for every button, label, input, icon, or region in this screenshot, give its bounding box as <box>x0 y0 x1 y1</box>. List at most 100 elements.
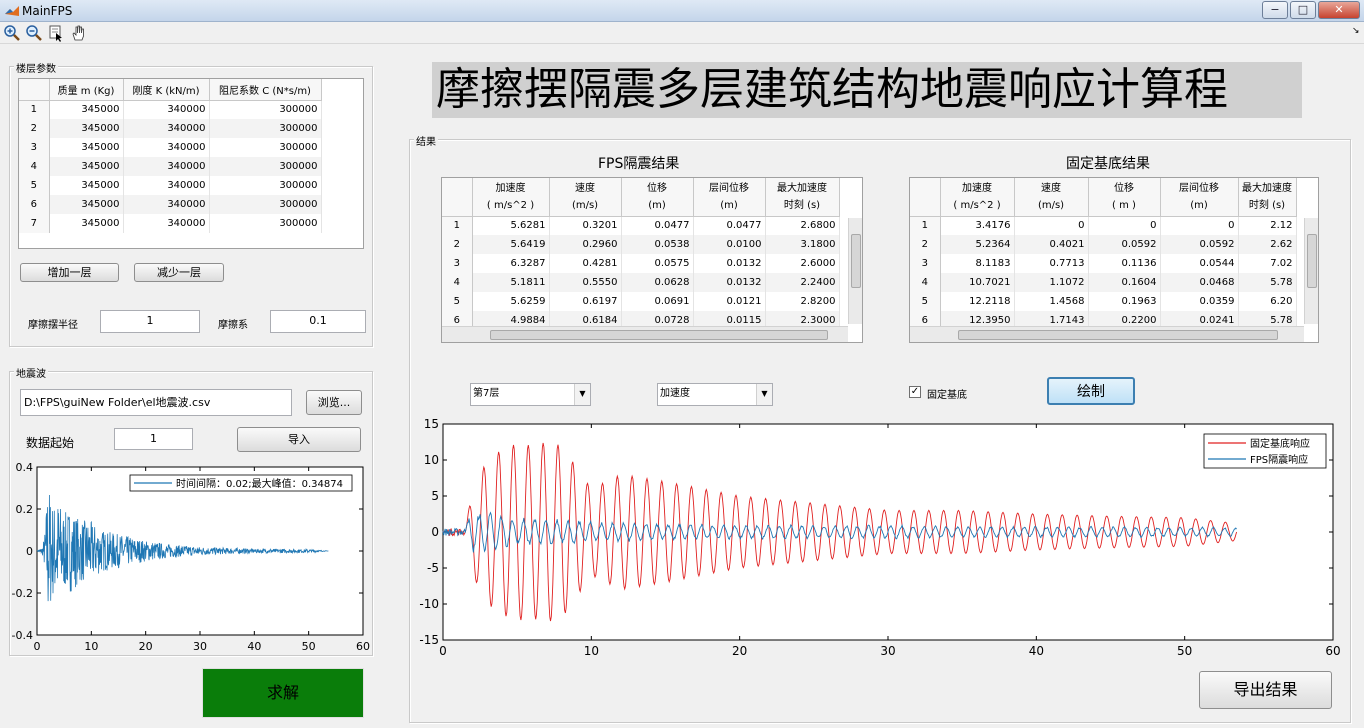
zoom-in-icon[interactable] <box>3 24 21 42</box>
fps-table-hscroll-thumb[interactable] <box>490 330 828 340</box>
table-row[interactable]: 4 5.1811 0.5550 0.0628 0.0132 2.2400 <box>442 273 840 292</box>
minimize-button[interactable]: − <box>1262 1 1288 19</box>
table-cell[interactable]: 340000 <box>123 100 210 119</box>
fixed-table-hscroll-thumb[interactable] <box>958 330 1278 340</box>
table-cell[interactable]: 300000 <box>209 195 322 214</box>
table-cell[interactable]: 1.1072 <box>1014 273 1089 292</box>
table-cell[interactable]: 0.1136 <box>1088 254 1161 273</box>
fixed-table-hscroll[interactable] <box>910 326 1304 342</box>
table-cell[interactable]: 8.1183 <box>940 254 1015 273</box>
table-cell[interactable]: 2.6800 <box>765 216 840 235</box>
data-start-input[interactable]: 1 <box>114 428 193 450</box>
table-row[interactable]: 1 3.4176 0 0 0 2.12 <box>910 216 1297 235</box>
table-cell[interactable]: 2.62 <box>1238 235 1297 254</box>
maximize-button[interactable]: □ <box>1290 1 1316 19</box>
table-cell[interactable]: 340000 <box>123 214 210 233</box>
table-cell[interactable]: 10.7021 <box>940 273 1015 292</box>
table-cell[interactable]: 0.0477 <box>621 216 694 235</box>
table-row[interactable]: 2 345000 340000 300000 <box>19 119 322 138</box>
table-cell[interactable]: 0.0100 <box>693 235 766 254</box>
table-cell[interactable]: 340000 <box>123 138 210 157</box>
table-cell[interactable]: 7.02 <box>1238 254 1297 273</box>
table-row[interactable]: 7 345000 340000 300000 <box>19 214 322 233</box>
table-cell[interactable]: 0.0121 <box>693 292 766 311</box>
table-cell[interactable]: 0.0575 <box>621 254 694 273</box>
table-cell[interactable]: 300000 <box>209 157 322 176</box>
table-cell[interactable]: 300000 <box>209 100 322 119</box>
table-cell[interactable]: 345000 <box>49 214 124 233</box>
friction-coef-input[interactable]: 0.1 <box>270 310 366 333</box>
table-cell[interactable]: 0.0477 <box>693 216 766 235</box>
table-cell[interactable]: 5.78 <box>1238 273 1297 292</box>
quantity-select[interactable]: 加速度 ▼ <box>657 383 773 406</box>
table-cell[interactable]: 12.2118 <box>940 292 1015 311</box>
table-row[interactable]: 3 6.3287 0.4281 0.0575 0.0132 2.6000 <box>442 254 840 273</box>
table-row[interactable]: 1 5.6281 0.3201 0.0477 0.0477 2.6800 <box>442 216 840 235</box>
table-cell[interactable]: 0.0468 <box>1160 273 1239 292</box>
table-cell[interactable]: 0.5550 <box>549 273 622 292</box>
table-cell[interactable]: 2.6000 <box>765 254 840 273</box>
fps-table-hscroll[interactable] <box>442 326 848 342</box>
table-row[interactable]: 5 12.2118 1.4568 0.1963 0.0359 6.20 <box>910 292 1297 311</box>
zoom-out-icon[interactable] <box>25 24 43 42</box>
table-cell[interactable]: 340000 <box>123 157 210 176</box>
table-row[interactable]: 4 345000 340000 300000 <box>19 157 322 176</box>
table-row[interactable]: 3 8.1183 0.7713 0.1136 0.0544 7.02 <box>910 254 1297 273</box>
fps-results-table[interactable]: 加速度 ( m/s^2 ) 速度 (m/s) 位移 (m) 层间位移 (m) 最大加速度 时刻 (… <box>441 177 863 343</box>
table-cell[interactable]: 0.0691 <box>621 292 694 311</box>
remove-floor-button[interactable]: 减少一层 <box>134 263 224 282</box>
table-cell[interactable]: 2.8200 <box>765 292 840 311</box>
table-cell[interactable]: 345000 <box>49 157 124 176</box>
table-cell[interactable]: 300000 <box>209 119 322 138</box>
fixed-table-vscroll-thumb[interactable] <box>1307 234 1317 288</box>
fixed-results-table[interactable]: 加速度 ( m/s^2 ) 速度 (m/s) 位移 ( m ) 层间位移 (m) 最大加速度 时刻… <box>909 177 1319 343</box>
table-cell[interactable]: 345000 <box>49 138 124 157</box>
floor-select[interactable]: 第7层 ▼ <box>470 383 591 406</box>
table-cell[interactable]: 0.3201 <box>549 216 622 235</box>
table-cell[interactable]: 345000 <box>49 195 124 214</box>
table-cell[interactable]: 0.2960 <box>549 235 622 254</box>
table-cell[interactable]: 0.0544 <box>1160 254 1239 273</box>
table-cell[interactable]: 0.0538 <box>621 235 694 254</box>
table-row[interactable]: 2 5.2364 0.4021 0.0592 0.0592 2.62 <box>910 235 1297 254</box>
floor-params-table[interactable]: 质量 m (Kg) 刚度 K (kN/m) 阻尼系数 C (N*s/m) 1 34… <box>18 78 364 249</box>
table-cell[interactable]: 5.6259 <box>472 292 550 311</box>
table-cell[interactable]: 345000 <box>49 100 124 119</box>
table-cell[interactable]: 5.6419 <box>472 235 550 254</box>
browse-button[interactable]: 浏览... <box>306 390 362 415</box>
table-cell[interactable]: 0.0592 <box>1160 235 1239 254</box>
table-cell[interactable]: 300000 <box>209 176 322 195</box>
table-row[interactable]: 3 345000 340000 300000 <box>19 138 322 157</box>
import-button[interactable]: 导入 <box>237 427 361 452</box>
table-cell[interactable]: 0.6197 <box>549 292 622 311</box>
table-cell[interactable]: 0.4281 <box>549 254 622 273</box>
export-results-button[interactable]: 导出结果 <box>1199 671 1332 709</box>
table-row[interactable]: 6 345000 340000 300000 <box>19 195 322 214</box>
table-cell[interactable]: 340000 <box>123 119 210 138</box>
table-cell[interactable]: 0.0132 <box>693 254 766 273</box>
data-cursor-icon[interactable] <box>47 24 65 42</box>
table-cell[interactable]: 340000 <box>123 195 210 214</box>
table-row[interactable]: 2 5.6419 0.2960 0.0538 0.0100 3.1800 <box>442 235 840 254</box>
table-cell[interactable]: 0.0592 <box>1088 235 1161 254</box>
solve-button[interactable]: 求解 <box>202 668 364 718</box>
table-cell[interactable]: 2.12 <box>1238 216 1297 235</box>
wave-file-path-input[interactable]: D:\FPS\guiNew Folder\el地震波.csv <box>20 389 292 416</box>
table-cell[interactable]: 0 <box>1014 216 1089 235</box>
table-row[interactable]: 1 345000 340000 300000 <box>19 100 322 119</box>
table-cell[interactable]: 6.3287 <box>472 254 550 273</box>
table-cell[interactable]: 345000 <box>49 176 124 195</box>
table-cell[interactable]: 2.2400 <box>765 273 840 292</box>
table-row[interactable]: 4 10.7021 1.1072 0.1604 0.0468 5.78 <box>910 273 1297 292</box>
table-row[interactable]: 5 345000 340000 300000 <box>19 176 322 195</box>
table-cell[interactable]: 300000 <box>209 138 322 157</box>
table-cell[interactable]: 345000 <box>49 119 124 138</box>
table-cell[interactable]: 0.1604 <box>1088 273 1161 292</box>
table-cell[interactable]: 3.4176 <box>940 216 1015 235</box>
pan-hand-icon[interactable] <box>70 24 88 42</box>
add-floor-button[interactable]: 增加一层 <box>20 263 119 282</box>
close-button[interactable]: ✕ <box>1318 1 1360 19</box>
fixed-base-checkbox[interactable]: ✓ <box>909 386 921 398</box>
table-cell[interactable]: 0.4021 <box>1014 235 1089 254</box>
table-cell[interactable]: 340000 <box>123 176 210 195</box>
